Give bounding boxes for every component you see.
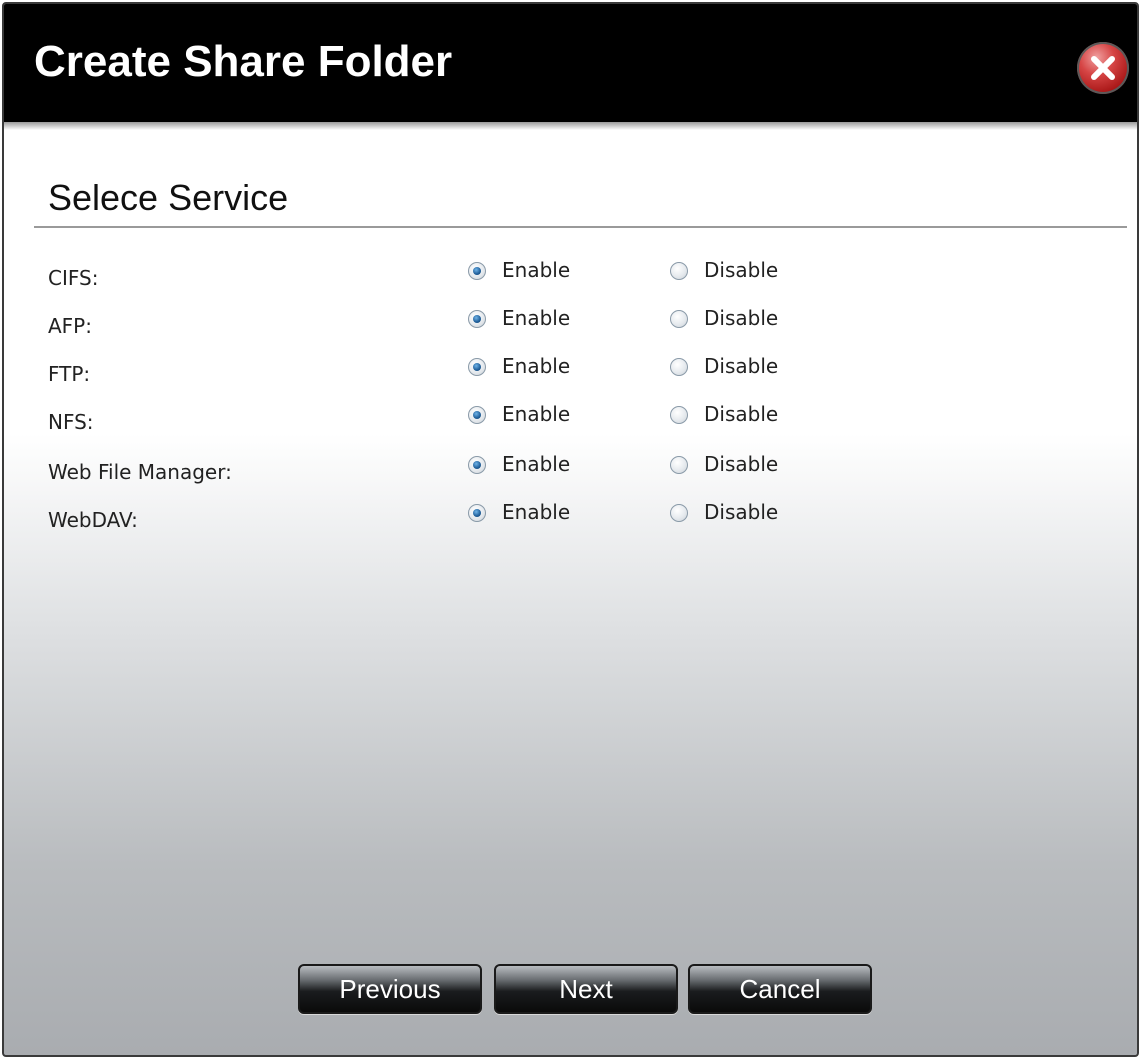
afp-disable-radio[interactable] [670,310,688,328]
section-title: Selece Service [48,177,289,218]
disable-label: Disable [704,258,779,282]
service-row-afp: AFP: Enable Disable [4,300,1137,348]
service-row-web-file-manager: Web File Manager: Enable Disable [4,446,1137,494]
close-icon [1091,56,1115,80]
disable-label: Disable [704,452,779,476]
enable-label: Enable [502,402,571,426]
cifs-disable-radio[interactable] [670,262,688,280]
web-file-manager-enable-radio[interactable] [468,456,486,474]
web-file-manager-disable-radio[interactable] [670,456,688,474]
service-label: WebDAV: [48,508,138,532]
service-row-cifs: CIFS: Enable Disable [4,252,1137,300]
ftp-enable-radio[interactable] [468,358,486,376]
enable-label: Enable [502,500,571,524]
disable-label: Disable [704,354,779,378]
disable-label: Disable [704,402,779,426]
service-row-webdav: WebDAV: Enable Disable [4,494,1137,542]
service-label: CIFS: [48,266,99,290]
next-button[interactable]: Next [494,964,678,1014]
titlebar-shadow [4,122,1137,130]
enable-label: Enable [502,354,571,378]
cifs-enable-radio[interactable] [468,262,486,280]
close-button[interactable] [1077,42,1129,94]
dialog-title: Create Share Folder [34,37,453,86]
service-label: NFS: [48,410,94,434]
enable-label: Enable [502,258,571,282]
service-label: FTP: [48,362,91,386]
cancel-button[interactable]: Cancel [688,964,872,1014]
service-row-nfs: NFS: Enable Disable [4,396,1137,444]
afp-enable-radio[interactable] [468,310,486,328]
ftp-disable-radio[interactable] [670,358,688,376]
dialog-titlebar: Create Share Folder [4,4,1137,122]
section-divider [34,226,1127,228]
service-row-ftp: FTP: Enable Disable [4,348,1137,396]
disable-label: Disable [704,500,779,524]
enable-label: Enable [502,306,571,330]
webdav-disable-radio[interactable] [670,504,688,522]
service-label: AFP: [48,314,92,338]
enable-label: Enable [502,452,571,476]
webdav-enable-radio[interactable] [468,504,486,522]
service-label: Web File Manager: [48,460,232,484]
nfs-disable-radio[interactable] [670,406,688,424]
create-share-folder-dialog: Create Share Folder Selece Service CIFS:… [2,2,1139,1057]
disable-label: Disable [704,306,779,330]
previous-button[interactable]: Previous [298,964,482,1014]
nfs-enable-radio[interactable] [468,406,486,424]
